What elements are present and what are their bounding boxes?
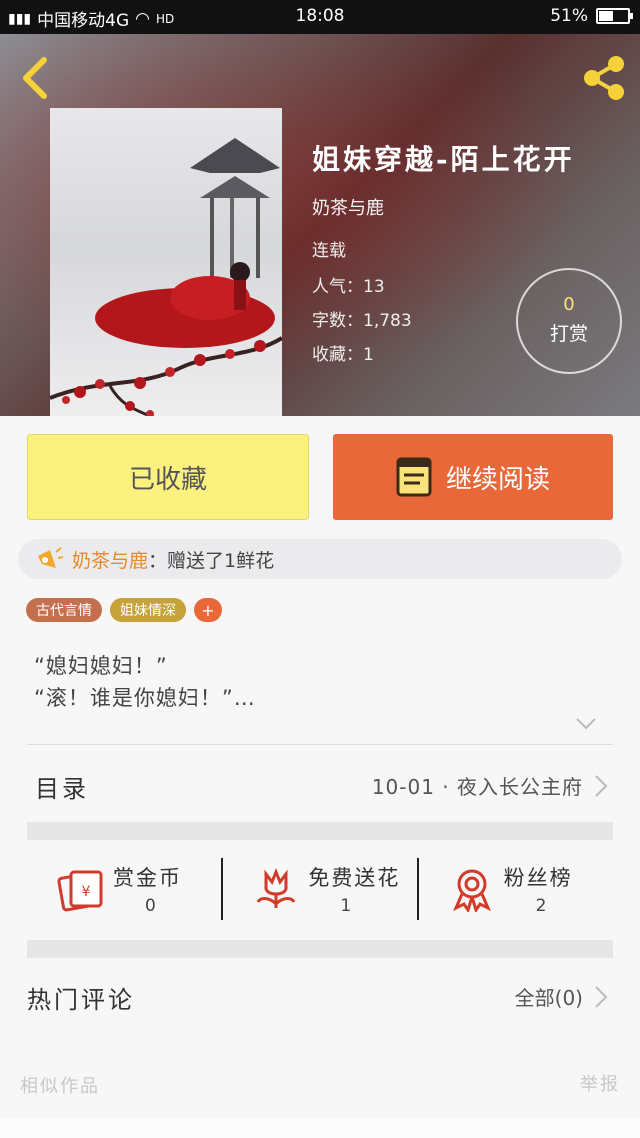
collected-button[interactable]: 已收藏 — [27, 434, 309, 520]
clock: 18:08 — [295, 6, 345, 26]
hot-comments-label: 热门评论 — [27, 986, 135, 1014]
fan-ranking-label: 粉丝榜 — [503, 866, 573, 890]
book-intro: “媳妇媳妇！” “滚！谁是你媳妇！”… — [34, 650, 256, 714]
free-flower-value: 1 — [340, 896, 352, 916]
fan-ranking-value: 2 — [535, 896, 547, 916]
gift-user[interactable]: 奶茶与鹿 — [72, 546, 148, 573]
svg-text:¥: ¥ — [82, 884, 91, 900]
fan-ranking-stat[interactable]: 粉丝榜 2 — [418, 840, 613, 938]
back-button[interactable] — [16, 54, 56, 102]
reward-label: 打赏 — [549, 323, 588, 345]
free-flower-label: 免费送花 — [308, 866, 401, 890]
battery-icon — [596, 8, 633, 24]
reward-count: 0 — [563, 294, 575, 315]
continue-reading-label: 继续阅读 — [445, 464, 550, 495]
gift-banner: 奶茶与鹿 ：赠送了1鲜花 — [18, 539, 622, 579]
medal-icon — [452, 869, 491, 912]
stat-separator — [221, 858, 223, 920]
share-button[interactable] — [580, 54, 628, 102]
intro-line: “媳妇媳妇！” — [34, 654, 168, 678]
catalog-row[interactable]: 目录 10-01 · 夜入长公主府 — [27, 745, 613, 823]
book-status: 连载 — [312, 241, 346, 261]
book-header: 姐妹穿越-陌上花开 奶茶与鹿 连载 人气：13 字数：1,783 收藏：1 0 … — [0, 34, 640, 416]
chevron-left-icon — [23, 57, 47, 99]
battery-fill — [599, 11, 613, 21]
chevron-right-icon — [595, 775, 608, 797]
reward-button[interactable]: 0 打赏 — [516, 268, 622, 374]
coin-reward-value: 0 — [145, 896, 156, 916]
pavilion-illustration — [190, 138, 280, 278]
share-icon — [584, 56, 624, 100]
bottom-strip — [0, 1118, 640, 1138]
report-link[interactable]: 举报 — [580, 1070, 620, 1096]
book-author[interactable]: 奶茶与鹿 — [312, 194, 384, 220]
continue-reading-button[interactable]: 继续阅读 — [333, 434, 613, 520]
intro-line: “滚！谁是你媳妇！”… — [34, 686, 256, 710]
book-cover[interactable] — [50, 108, 282, 416]
tag-ancient-romance[interactable]: 古代言情 — [26, 598, 102, 622]
catalog-label: 目录 — [35, 775, 89, 803]
section-separator — [27, 940, 613, 958]
add-tag-button[interactable]: + — [194, 598, 222, 622]
free-flower-stat[interactable]: 免费送花 1 — [222, 840, 417, 938]
all-comments-link[interactable]: 全部(0) — [515, 982, 583, 1011]
chevron-right-icon — [595, 986, 608, 1008]
battery-percent: 51% — [550, 6, 588, 26]
hot-comments-row[interactable]: 热门评论 全部(0) — [27, 958, 613, 1038]
book-icon — [396, 457, 432, 497]
flower-icon — [256, 867, 296, 908]
stats-row: ¥ 赏金币 0 免费送花 1 粉丝榜 2 — [27, 840, 613, 938]
book-favorites: 收藏：1 — [312, 345, 374, 365]
section-separator — [27, 822, 613, 840]
megaphone-icon — [38, 547, 64, 568]
latest-chapter: 10-01 · 夜入长公主府 — [371, 775, 583, 799]
similar-works-heading: 相似作品 — [20, 1076, 100, 1097]
chevron-down-icon[interactable] — [574, 716, 598, 732]
stat-separator — [417, 858, 419, 920]
collected-label: 已收藏 — [128, 464, 207, 495]
book-popularity: 人气：13 — [312, 277, 385, 297]
coin-reward-label: 赏金币 — [113, 866, 182, 890]
red-envelope-icon: ¥ — [57, 870, 103, 912]
tag-list: 古代言情 姐妹情深 + — [26, 598, 222, 622]
book-word-count: 字数：1,783 — [312, 311, 412, 331]
gift-text: ：赠送了1鲜花 — [148, 549, 275, 572]
status-bar: ▮▮▮ 中国移动4G ◠ HD 18:08 51% — [0, 0, 640, 34]
plum-branch-illustration — [50, 336, 282, 416]
book-title: 姐妹穿越-陌上花开 — [312, 143, 575, 176]
coin-reward-stat[interactable]: ¥ 赏金币 0 — [27, 840, 222, 938]
tag-sisterhood[interactable]: 姐妹情深 — [110, 598, 186, 622]
